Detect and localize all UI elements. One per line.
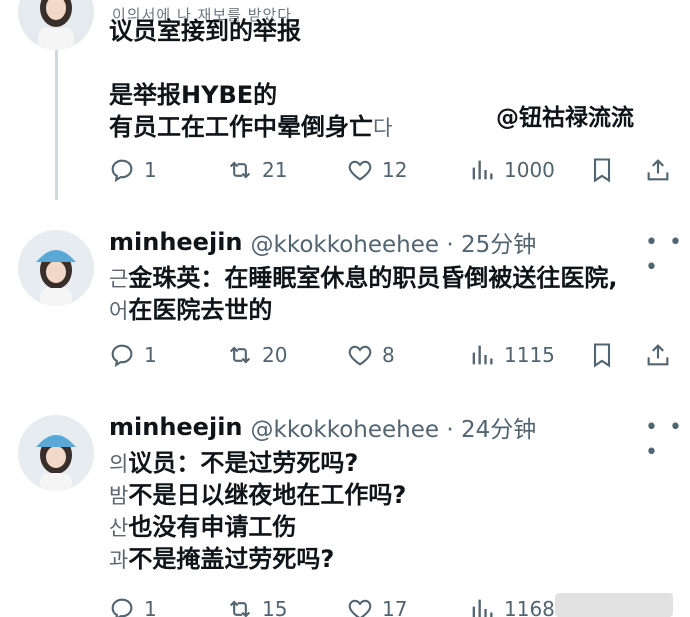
avatar-image <box>18 230 94 306</box>
tweet-text-line: 밤不是日以继夜地在工作吗? <box>109 480 406 512</box>
reply-count: 1 <box>144 158 157 182</box>
bookmark-button[interactable] <box>588 155 616 185</box>
more-options-icon[interactable]: • • • <box>645 415 690 465</box>
ghost-korean-char: 의 <box>109 452 129 476</box>
reply-button[interactable]: 1 <box>108 594 157 617</box>
share-icon <box>647 159 669 181</box>
reply-icon <box>111 344 133 368</box>
reply-button[interactable]: 1 <box>108 340 157 370</box>
ghost-korean-char: 어 <box>109 299 129 323</box>
share-button[interactable] <box>644 340 672 370</box>
retweet-icon <box>229 161 251 179</box>
ghost-korean-char: 밤 <box>109 484 129 508</box>
retweet-icon <box>229 600 251 617</box>
views-count: 1115 <box>504 343 555 367</box>
ghost-korean-char: 다 <box>373 116 393 140</box>
views-icon <box>472 345 493 365</box>
views-button[interactable]: 1115 <box>468 340 555 370</box>
views-button[interactable]: 1168 <box>468 594 555 617</box>
retweet-button[interactable]: 21 <box>226 155 287 185</box>
reply-icon <box>111 159 133 183</box>
tweet-header: minheejin @kkokkoheehee · 24分钟 <box>109 411 536 443</box>
like-icon <box>348 160 372 181</box>
reply-icon <box>111 598 133 617</box>
tweet-text-segment: 议员：不是过劳死吗? <box>128 449 359 477</box>
retweet-button[interactable]: 15 <box>226 594 287 617</box>
avatar-image <box>18 0 94 50</box>
views-icon <box>472 160 493 180</box>
bookmark-icon <box>593 343 611 368</box>
like-button[interactable]: 17 <box>346 594 407 617</box>
tweet-text-segment: 在医院去世的 <box>128 296 273 324</box>
tweet-actions: 1 21 12 1000 <box>108 155 674 185</box>
views-count: 1000 <box>504 158 555 182</box>
tweet-text-line: 과不是掩盖过劳死吗? <box>109 544 334 576</box>
tweet-header: minheejin @kkokkoheehee · 25分钟 <box>109 226 536 258</box>
views-button[interactable]: 1000 <box>468 155 555 185</box>
like-icon <box>348 345 372 366</box>
ghost-korean-char: 과 <box>109 548 129 572</box>
display-name[interactable]: minheejin <box>109 413 243 441</box>
like-count: 17 <box>382 597 408 617</box>
like-count: 12 <box>382 158 408 182</box>
like-count: 8 <box>382 343 395 367</box>
retweet-button[interactable]: 20 <box>226 340 287 370</box>
views-icon <box>472 599 493 617</box>
views-count: 1168 <box>504 597 555 617</box>
retweet-icon <box>229 346 251 364</box>
reply-count: 1 <box>144 343 157 367</box>
tweet-text-line: 有员工在工作中晕倒身亡다 <box>109 112 392 144</box>
tweet-text-line: 근金珠英：在睡眠室休息的职员昏倒被送往医院, <box>109 263 617 295</box>
ghost-korean-char: 산 <box>109 516 129 540</box>
reply-count: 1 <box>144 597 157 617</box>
tweet-text-segment: 金珠英：在睡眠室休息的职员昏倒被送往医院, <box>128 264 618 292</box>
watermark-strip <box>555 593 673 617</box>
tweet-text-segment: 不是掩盖过劳死吗? <box>128 545 335 573</box>
handle-and-time[interactable]: @kkokkoheehee · 24分钟 <box>251 410 537 444</box>
thread-line <box>55 50 58 200</box>
tweet-text-segment: 不是日以继夜地在工作吗? <box>128 481 407 509</box>
reply-button[interactable]: 1 <box>108 155 157 185</box>
tweet-actions: 1 20 8 1115 <box>108 340 674 370</box>
avatar[interactable] <box>18 415 94 491</box>
tweet-text-line: 어在医院去世的 <box>109 295 272 327</box>
share-icon <box>647 344 669 366</box>
tweet-text-segment: 有员工在工作中晕倒身亡 <box>109 113 373 141</box>
tweet-text-segment: 也没有申请工伤 <box>128 513 297 541</box>
bookmark-icon <box>593 158 611 183</box>
bookmark-button[interactable] <box>588 340 616 370</box>
retweet-count: 15 <box>262 597 288 617</box>
avatar[interactable] <box>18 0 94 50</box>
like-button[interactable]: 12 <box>346 155 407 185</box>
tweet-text-line: 议员室接到的举报 <box>109 17 301 45</box>
like-icon <box>348 599 372 617</box>
more-options-icon[interactable]: • • • <box>645 230 690 280</box>
tweet-text-line: 의议员：不是过劳死吗? <box>109 448 358 480</box>
tweet-text-line: 산也没有申请工伤 <box>109 512 296 544</box>
like-button[interactable]: 8 <box>346 340 395 370</box>
avatar[interactable] <box>18 230 94 306</box>
handle-and-time[interactable]: @kkokkoheehee · 25分钟 <box>251 225 537 259</box>
ghost-korean-char: 근 <box>109 267 129 291</box>
tweet-text-line: 是举报HYBE的 <box>109 81 278 109</box>
share-button[interactable] <box>644 155 672 185</box>
watermark: @钮祜禄流流 <box>496 105 634 131</box>
display-name[interactable]: minheejin <box>109 228 243 256</box>
avatar-image <box>18 415 94 491</box>
retweet-count: 21 <box>262 158 288 182</box>
retweet-count: 20 <box>262 343 288 367</box>
